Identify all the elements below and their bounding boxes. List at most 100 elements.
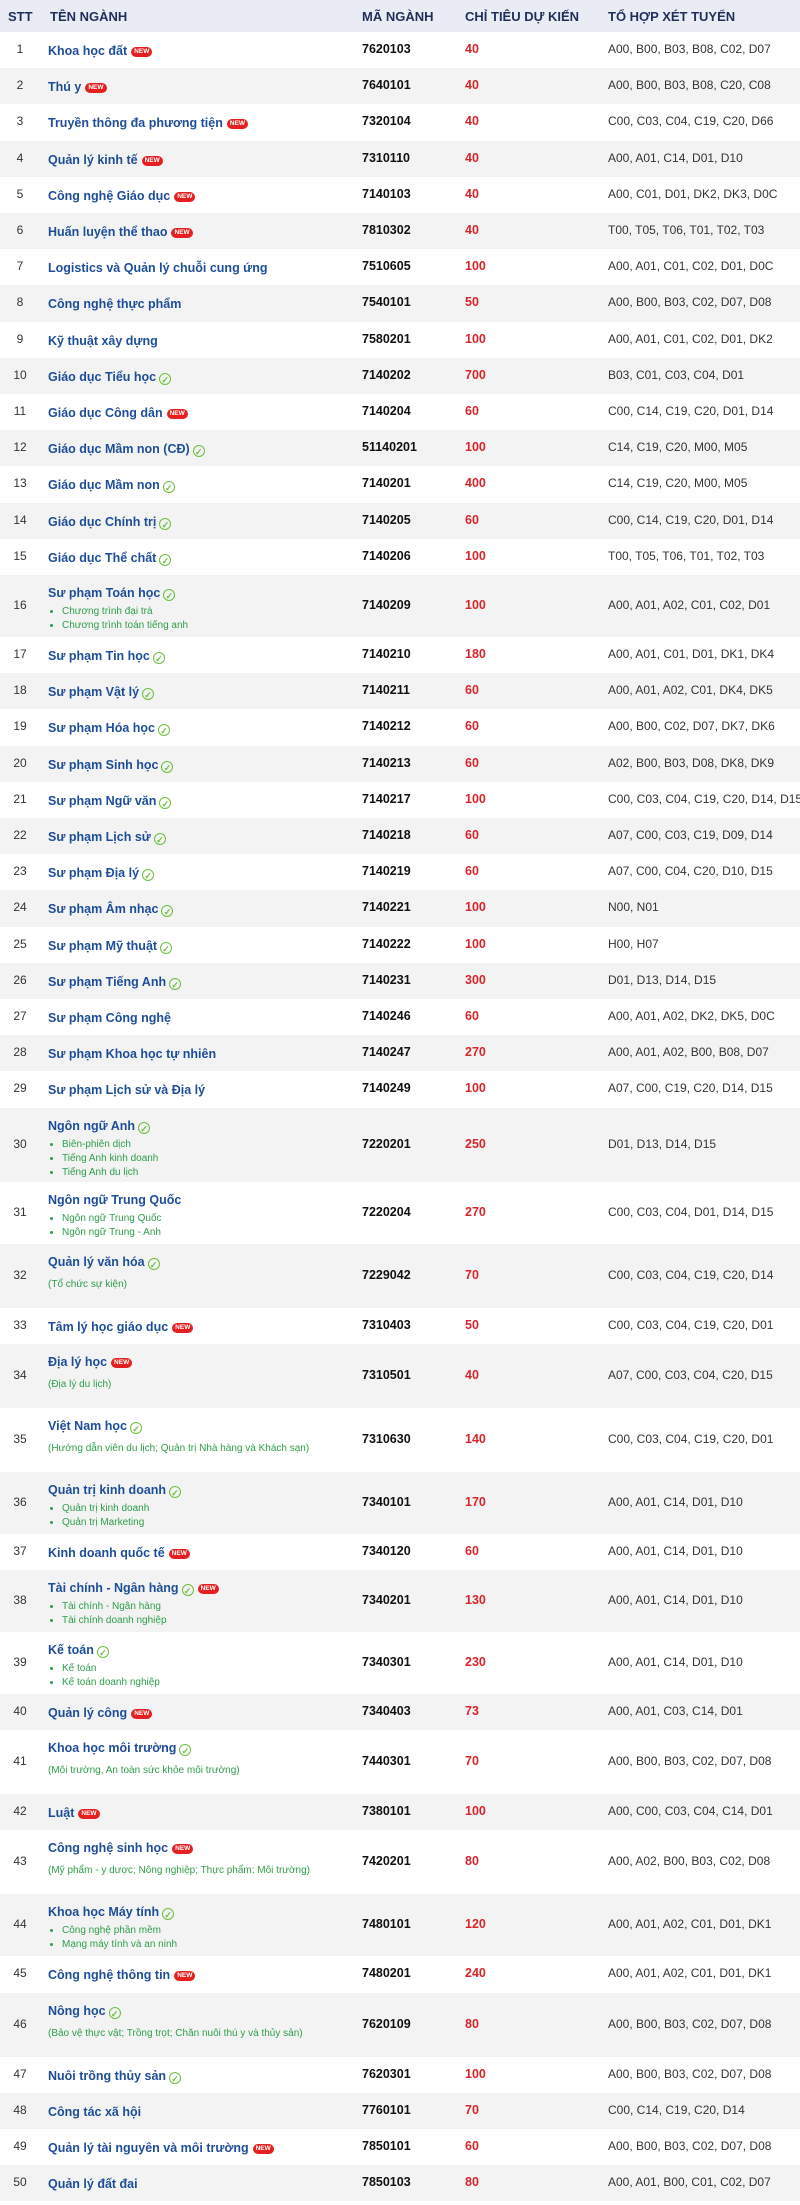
major-name-line: Tâm lý học giáo dục NEW xyxy=(48,1318,348,1336)
major-code: 7640101 xyxy=(362,78,411,93)
table-row: 39Kế toán✓Kế toánKế toán doanh nghiệp734… xyxy=(0,1632,800,1694)
major-code: 7229042 xyxy=(362,1267,411,1282)
major-code: 7480201 xyxy=(362,1966,411,1981)
row-stt: 33 xyxy=(13,1317,27,1332)
major-name: Sư phạm Địa lý xyxy=(48,866,140,881)
major-name-line: Việt Nam học ✓ xyxy=(48,1417,348,1435)
check-icon: ✓ xyxy=(108,2006,121,2019)
major-name-line: Sư phạm Lịch sử ✓ xyxy=(48,828,348,846)
major-name-cell: Ngôn ngữ Trung QuốcNgôn ngữ Trung QuốcNg… xyxy=(48,1191,348,1240)
header-name: TÊN NGÀNH xyxy=(50,9,128,24)
major-name-cell: Quản lý công NEW xyxy=(48,1704,348,1722)
table-row: 8 Công nghệ thực phẩm 7540101 50 A00, B00, B… xyxy=(0,285,800,322)
check-icon: ✓ xyxy=(142,688,155,701)
row-stt: 41 xyxy=(13,1754,27,1769)
major-name-line: Công nghệ sinh học NEW xyxy=(48,1839,348,1857)
row-stt: 21 xyxy=(13,791,27,806)
major-name: Sư phạm Công nghệ xyxy=(48,1011,171,1026)
major-name-cell: Sư phạm Tiếng Anh ✓ xyxy=(48,973,348,991)
sub-program-list: Biên-phiên dịchTiếng Anh kinh doanhTiếng… xyxy=(48,1138,348,1180)
sub-program-item: Tiếng Anh kinh doanh xyxy=(62,1152,348,1166)
major-combo: A00, A01, C01, D01, DK1, DK4 xyxy=(608,647,775,662)
table-row: 12 Giáo dục Mầm non (CĐ) ✓ 51140201 100 C14, … xyxy=(0,430,800,467)
major-combo: A07, C00, C19, C20, D14, D15 xyxy=(608,1081,773,1096)
table-row: 28 Sư phạm Khoa học tự nhiên 7140247 270 A00… xyxy=(0,1035,800,1072)
new-badge: NEW xyxy=(111,1357,133,1368)
major-name-cell: Kế toán✓Kế toánKế toán doanh nghiệp xyxy=(48,1641,348,1690)
major-name-line: Quản lý văn hóa ✓ xyxy=(48,1253,348,1271)
major-quota: 40 xyxy=(465,114,479,129)
row-stt: 12 xyxy=(13,440,27,455)
major-note: (Hướng dẫn viên du lịch; Quản trị Nhà hà… xyxy=(48,1442,310,1454)
major-name-line: Sư phạm Tiếng Anh ✓ xyxy=(48,973,348,991)
check-icon: ✓ xyxy=(129,1421,142,1434)
major-name-line: Giáo dục Công dân NEW xyxy=(48,404,348,422)
major-code: 7140212 xyxy=(362,719,411,734)
major-name: Giáo dục Công dân xyxy=(48,406,163,421)
major-quota: 100 xyxy=(465,2066,486,2081)
major-note: (Tổ chức sự kiện) xyxy=(48,1278,127,1290)
row-stt: 30 xyxy=(13,1136,27,1151)
major-code: 7140205 xyxy=(362,512,411,527)
major-name-cell: Công nghệ thông tin NEW xyxy=(48,1966,348,1984)
header-combo: TỔ HỢP XÉT TUYỂN xyxy=(608,9,736,24)
major-name-line: Ngôn ngữ Trung Quốc xyxy=(48,1191,348,1209)
table-row: 32 Quản lý văn hóa ✓ (Tổ chức sự kiện) 72290… xyxy=(0,1243,800,1308)
major-code: 7310630 xyxy=(362,1431,411,1446)
major-name-line: Sư phạm Lịch sử và Địa lý xyxy=(48,1081,348,1099)
new-badge: NEW xyxy=(174,1971,196,1982)
major-name-line: Công nghệ thông tin NEW xyxy=(48,1966,348,1984)
major-note: (Bảo vệ thực vật; Trồng trọt; Chăn nuôi … xyxy=(48,2027,303,2039)
major-code: 7140217 xyxy=(362,791,411,806)
row-stt: 49 xyxy=(13,2139,27,2154)
table-row: 4 Quản lý kinh tế NEW 7310110 40 A00, A01, C1… xyxy=(0,140,800,177)
major-combo: C00, C03, C04, C19, C20, D01 xyxy=(608,1431,774,1446)
major-code: 7340201 xyxy=(362,1593,411,1607)
major-name-line: Giáo dục Chính trị ✓ xyxy=(48,513,348,531)
major-name: Sư phạm Mỹ thuật xyxy=(48,938,158,953)
sub-program-item: Chương trình toán tiếng anh xyxy=(62,619,348,633)
major-name: Sư phạm Vật lý xyxy=(48,685,140,700)
check-icon: ✓ xyxy=(169,977,182,990)
table-row: 20 Sư phạm Sinh học ✓ 7140213 60 A02, B00, B0… xyxy=(0,745,800,782)
row-stt: 16 xyxy=(13,598,27,612)
major-name-cell: Quản trị kinh doanh✓Quản trị kinh doanhQ… xyxy=(48,1481,348,1530)
row-stt: 9 xyxy=(16,331,24,346)
sub-program-list: Quản trị kinh doanhQuản trị Marketing xyxy=(48,1502,348,1530)
new-badge: NEW xyxy=(172,1322,194,1333)
major-name-cell: Nông học ✓ (Bảo vệ thực vật; Trồng trọt; C… xyxy=(48,2002,348,2039)
major-name-cell: Sư phạm Lịch sử và Địa lý xyxy=(48,1081,348,1099)
major-combo: C00, C03, C04, C19, C20, D14 xyxy=(608,1267,774,1282)
major-quota: 700 xyxy=(465,367,486,382)
major-name: Sư phạm Toán học xyxy=(48,586,161,600)
major-name-line: Thú y NEW xyxy=(48,78,348,96)
major-code: 7310110 xyxy=(362,150,410,165)
sub-program-list: Kế toánKế toán doanh nghiệp xyxy=(48,1662,348,1690)
major-combo: A07, C00, C03, C19, D09, D14 xyxy=(608,828,773,843)
major-name-line: Giáo dục Mầm non ✓ xyxy=(48,476,348,494)
major-name-cell: Sư phạm Khoa học tự nhiên xyxy=(48,1045,348,1063)
major-quota: 270 xyxy=(465,1045,486,1060)
table-header: STT TÊN NGÀNH MÃ NGÀNH CHỈ TIÊU DỰ KIẾN … xyxy=(0,0,800,33)
major-combo: D01, D13, D14, D15 xyxy=(608,1136,717,1151)
row-stt: 38 xyxy=(13,1593,27,1607)
major-name-cell: Khoa học môi trường ✓ (Môi trường, An toàn… xyxy=(48,1739,348,1776)
major-code: 7850101 xyxy=(362,2139,411,2154)
major-name-line: Logistics và Quản lý chuỗi cung ứng xyxy=(48,259,348,277)
row-stt: 34 xyxy=(13,1367,27,1382)
major-name-cell: Sư phạm Hóa học ✓ xyxy=(48,719,348,737)
table-row: 46 Nông học ✓ (Bảo vệ thực vật; Trồng trọt;… xyxy=(0,1992,800,2057)
major-code: 7140206 xyxy=(362,548,411,563)
major-name: Sư phạm Tin học xyxy=(48,649,150,664)
table-row: 27 Sư phạm Công nghệ 7140246 60 A00, A01, A0… xyxy=(0,999,800,1036)
table-row: 22 Sư phạm Lịch sử ✓ 7140218 60 A07, C00, C03… xyxy=(0,818,800,855)
major-code: 7140211 xyxy=(362,683,410,698)
row-stt: 5 xyxy=(16,186,24,201)
table-row: 11 Giáo dục Công dân NEW 7140204 60 C00, C14,… xyxy=(0,394,800,431)
row-stt: 28 xyxy=(13,1045,27,1060)
major-name: Địa lý học xyxy=(48,1354,108,1369)
major-name-line: Huấn luyện thể thao NEW xyxy=(48,223,348,241)
header-stt: STT xyxy=(8,9,33,24)
major-name: Sư phạm Ngữ văn xyxy=(48,793,157,808)
major-name-line: Quản lý đất đai xyxy=(48,2175,348,2193)
